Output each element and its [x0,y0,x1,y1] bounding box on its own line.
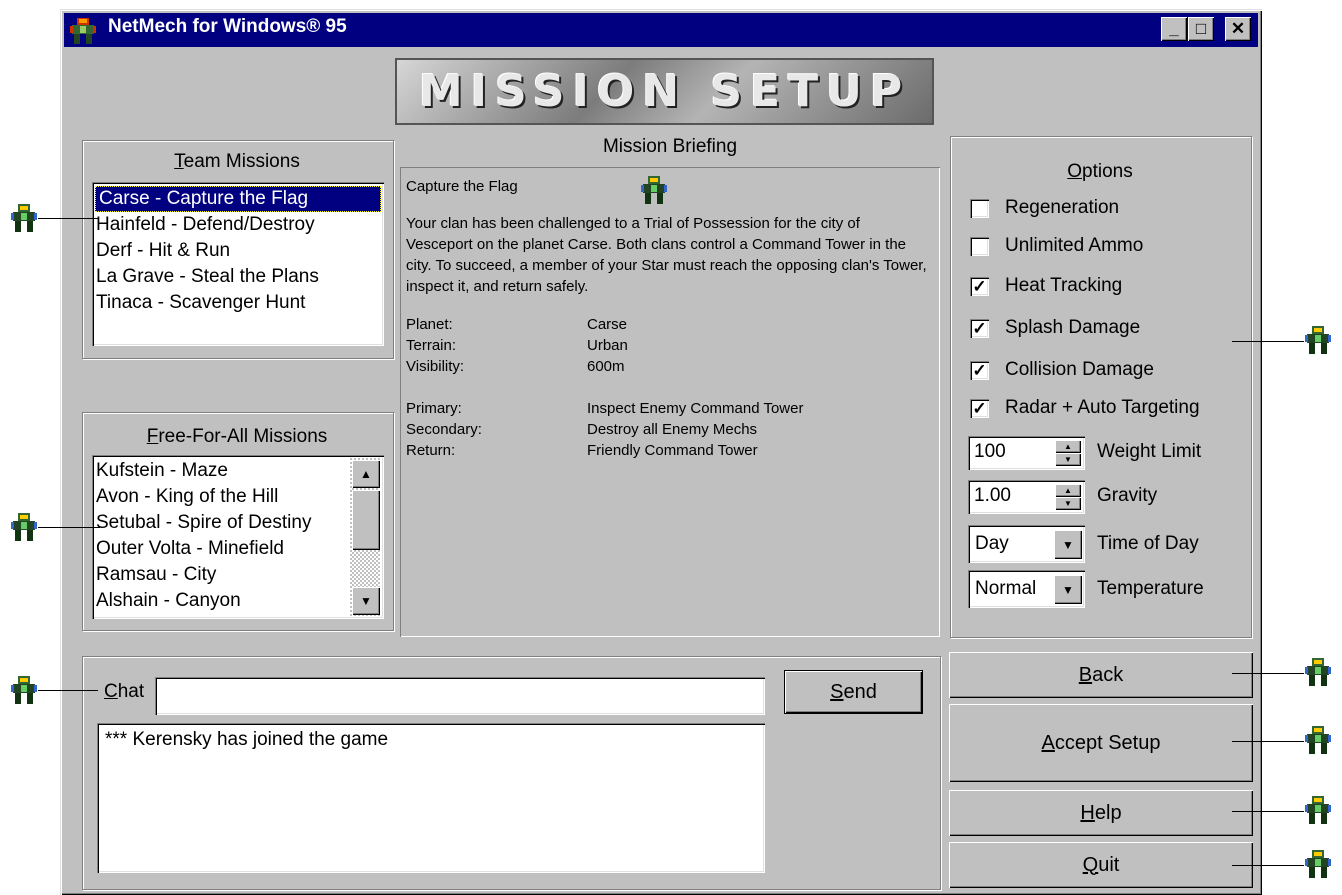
callout-mech-icon [1305,326,1331,354]
list-item-ffa-0[interactable]: Kufstein - Maze [92,458,384,484]
checkbox[interactable] [970,199,989,218]
callout-line [1232,673,1304,674]
list-item-team-4[interactable]: Tinaca - Scavenger Hunt [92,290,384,316]
time-of-day-label: Time of Day [1097,533,1199,554]
checkbox[interactable] [970,237,989,256]
time-of-day-value[interactable]: Day [975,533,1009,555]
temperature-value[interactable]: Normal [975,578,1036,600]
list-item-team-1[interactable]: Hainfeld - Defend/Destroy [92,212,384,238]
ffa-missions-label: Free-For-All Missions [146,426,328,447]
callout-line [38,690,98,691]
app-mech-icon [70,18,96,44]
dropdown-arrow-icon[interactable]: ▼ [1054,530,1082,559]
detail-value: Inspect Enemy Command Tower [587,400,804,417]
list-item-ffa-1[interactable]: Avon - King of the Hill [92,484,384,510]
callout-mech-icon [11,513,37,541]
chat-input[interactable] [155,677,765,715]
callout-mech-icon [11,676,37,704]
list-item-team-3[interactable]: La Grave - Steal the Plans [92,264,384,290]
help-button[interactable]: Help [949,790,1253,836]
chat-log-message: *** Kerensky has joined the game [105,729,389,750]
briefing-description: Your clan has been challenged to a Trial… [406,215,927,295]
spin-down-arrow-icon[interactable]: ▼ [1055,497,1081,510]
banner-text: MISSION SETUP [418,66,911,117]
scroll-up-arrow-icon[interactable]: ▲ [352,460,380,488]
quit-button[interactable]: Quit [949,842,1253,888]
callout-line [38,527,100,528]
detail-value: 600m [587,358,625,375]
spin-down-arrow-icon[interactable]: ▼ [1055,453,1081,466]
list-item-ffa-5[interactable]: Alshain - Canyon [92,588,384,614]
callout-mech-icon [1305,796,1331,824]
callout-line [38,218,98,219]
list-item-team-0[interactable]: Carse - Capture the Flag [95,186,381,212]
temperature-label: Temperature [1097,578,1204,599]
spin-up-arrow-icon[interactable]: ▲ [1055,484,1081,497]
send-button[interactable]: Send [785,671,922,713]
callout-line [1232,341,1304,342]
briefing-mech-icon [641,176,667,204]
scroll-down-arrow-icon[interactable]: ▼ [352,587,380,615]
team-missions-list[interactable]: Carse - Capture the Flag Hainfeld - Defe… [92,182,384,346]
briefing-details-1: Planet: Carse Terrain: Urban Visibility: 60… [406,314,936,377]
detail-key: Visibility: [406,358,465,375]
detail-key: Secondary: [406,421,482,438]
briefing-mission-title: Capture the Flag [406,178,518,195]
maximize-button[interactable]: □ [1188,17,1214,41]
checkbox-label: Radar + Auto Targeting [1005,397,1200,418]
checkbox-label: Regeneration [1005,197,1120,218]
briefing-label: Mission Briefing [602,136,738,157]
chat-label: Chat [104,681,145,702]
detail-key: Terrain: [406,337,457,354]
checkbox[interactable]: ✓ [970,399,989,418]
checkbox-label: Collision Damage [1005,359,1154,380]
gravity-value[interactable]: 1.00 [974,485,1011,507]
list-item-ffa-2[interactable]: Setubal - Spire of Destiny [92,510,384,536]
close-button[interactable]: ✕ [1225,17,1251,41]
callout-mech-icon [1305,850,1331,878]
checkbox-label: Unlimited Ammo [1005,235,1144,256]
scroll-thumb[interactable] [352,490,380,550]
list-item-ffa-4[interactable]: Ramsau - City [92,562,384,588]
detail-key: Planet: [406,316,453,333]
callout-line [1232,865,1304,866]
weight-limit-label: Weight Limit [1097,441,1202,462]
list-item-ffa-3[interactable]: Outer Volta - Minefield [92,536,384,562]
accept-setup-button[interactable]: Accept Setup [949,704,1253,782]
dropdown-arrow-icon[interactable]: ▼ [1054,575,1082,604]
detail-key: Primary: [406,400,462,417]
window-title: NetMech for Windows® 95 [108,16,347,37]
team-missions-label: Team Missions [174,151,300,172]
checkbox[interactable]: ✓ [970,361,989,380]
list-item-team-2[interactable]: Derf - Hit & Run [92,238,384,264]
detail-key: Return: [406,442,456,459]
detail-value: Urban [587,337,628,354]
callout-line [1232,811,1304,812]
detail-value: Destroy all Enemy Mechs [587,421,758,438]
mission-setup-banner: MISSION SETUP [395,58,934,125]
ffa-missions-list[interactable]: Kufstein - Maze Avon - King of the Hill … [92,455,384,619]
callout-mech-icon [1305,726,1331,754]
gravity-label: Gravity [1097,485,1158,506]
briefing-details-2: Primary: Inspect Enemy Command Tower Seco… [406,398,936,461]
briefing-text-area: Capture the Flag Your clan has been chal… [406,176,936,461]
minimize-button[interactable]: _ [1161,17,1187,41]
checkbox[interactable]: ✓ [970,277,989,296]
checkbox-label: Heat Tracking [1005,275,1123,296]
callout-line [1232,741,1304,742]
options-label: Options [1067,161,1133,182]
spin-up-arrow-icon[interactable]: ▲ [1055,440,1081,453]
checkbox-label: Splash Damage [1005,317,1141,338]
checkbox[interactable]: ✓ [970,319,989,338]
callout-mech-icon [1305,658,1331,686]
back-button[interactable]: Back [949,652,1253,698]
callout-mech-icon [11,204,37,232]
detail-value: Carse [587,316,628,333]
detail-value: Friendly Command Tower [587,442,758,459]
weight-limit-value[interactable]: 100 [974,441,1006,463]
